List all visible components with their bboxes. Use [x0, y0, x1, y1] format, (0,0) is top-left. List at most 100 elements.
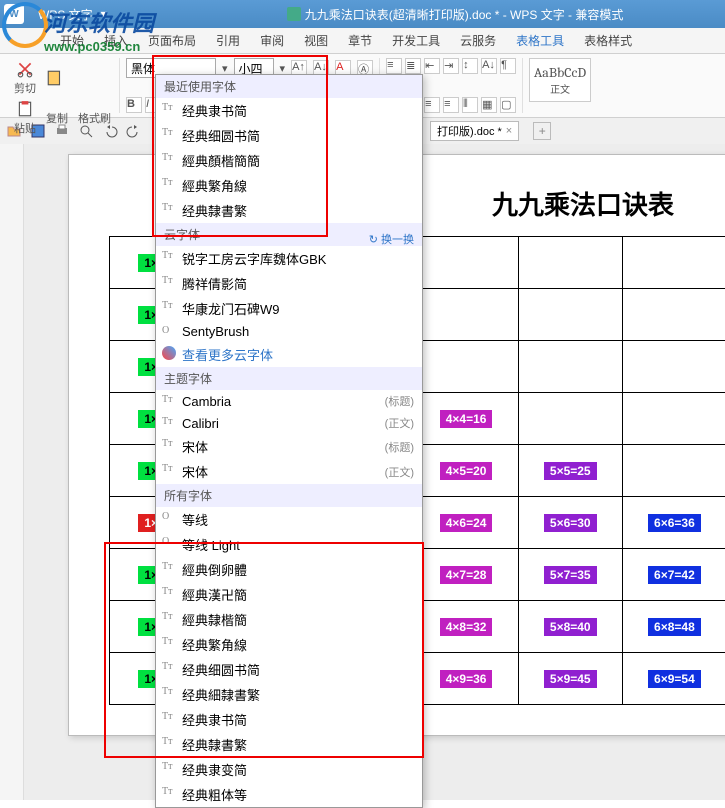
- font-name: 腾祥倩影简: [182, 274, 247, 293]
- font-item[interactable]: Tᴛ經典倒卵體: [156, 557, 422, 582]
- table-cell[interactable]: [622, 445, 725, 497]
- font-item[interactable]: OSentyBrush: [156, 321, 422, 342]
- close-tab-icon[interactable]: ×: [506, 125, 512, 137]
- font-item[interactable]: Tᴛ华康龙门石碑W9: [156, 296, 422, 321]
- table-cell[interactable]: 6×6=36: [622, 497, 725, 549]
- table-cell[interactable]: [622, 237, 725, 289]
- table-cell[interactable]: [622, 341, 725, 393]
- format-highlight-icon[interactable]: [44, 67, 66, 89]
- tab-section[interactable]: 章节: [338, 28, 382, 53]
- font-item[interactable]: TᴛCambria(标题): [156, 390, 422, 412]
- table-cell[interactable]: 6×8=48: [622, 601, 725, 653]
- font-item[interactable]: Tᴛ经典隶书简: [156, 98, 422, 123]
- font-item[interactable]: Tᴛ经典隸書繁: [156, 732, 422, 757]
- truetype-icon: Tᴛ: [162, 611, 172, 622]
- tab-start[interactable]: 开始: [50, 28, 94, 53]
- sort-icon[interactable]: A↓: [481, 58, 497, 74]
- table-cell[interactable]: 5×9=45: [518, 653, 622, 705]
- font-item[interactable]: Tᴛ經典漢卍簡: [156, 582, 422, 607]
- bold-icon[interactable]: B: [126, 97, 142, 113]
- table-cell[interactable]: 4×7=28: [414, 549, 518, 601]
- table-cell[interactable]: [518, 393, 622, 445]
- table-cell[interactable]: 5×8=40: [518, 601, 622, 653]
- size-dropdown-arrow-icon[interactable]: ▾: [280, 62, 286, 75]
- font-name: 等线: [182, 510, 208, 529]
- table-cell[interactable]: 5×7=35: [518, 549, 622, 601]
- font-name: 经典隶书简: [182, 101, 247, 120]
- table-cell[interactable]: 6×9=54: [622, 653, 725, 705]
- linespacing-icon[interactable]: ↕: [462, 58, 478, 74]
- tab-dev[interactable]: 开发工具: [382, 28, 450, 53]
- font-item[interactable]: Tᴛ经典隶变简: [156, 757, 422, 782]
- table-cell[interactable]: 5×5=25: [518, 445, 622, 497]
- font-item[interactable]: Tᴛ经典细圆书简: [156, 123, 422, 148]
- font-dropdown[interactable]: 最近使用字体 Tᴛ经典隶书简Tᴛ经典细圆书简Tᴛ經典顏楷簡簡Tᴛ經典繁角線Tᴛ经…: [155, 74, 423, 808]
- align-justify-icon[interactable]: ≡: [443, 97, 459, 113]
- font-item[interactable]: Tᴛ经典細隸書繁: [156, 682, 422, 707]
- style-normal[interactable]: AaBbCcD 正文: [529, 58, 591, 102]
- redo-icon[interactable]: [126, 123, 142, 139]
- font-item[interactable]: Tᴛ宋体(标题): [156, 434, 422, 459]
- table-cell[interactable]: 4×5=20: [414, 445, 518, 497]
- table-cell[interactable]: 5×6=30: [518, 497, 622, 549]
- cell-value: 4×7=28: [440, 566, 493, 584]
- table-cell[interactable]: [518, 237, 622, 289]
- table-cell[interactable]: [518, 289, 622, 341]
- document-tab[interactable]: 打印版).doc * ×: [430, 121, 519, 141]
- tab-table-style[interactable]: 表格样式: [574, 28, 642, 53]
- font-item[interactable]: Tᴛ腾祥倩影简: [156, 271, 422, 296]
- font-item[interactable]: TᴛCalibri(正文): [156, 412, 422, 434]
- tab-reference[interactable]: 引用: [206, 28, 250, 53]
- table-cell[interactable]: 4×6=24: [414, 497, 518, 549]
- font-item[interactable]: O等线: [156, 507, 422, 532]
- tab-view[interactable]: 视图: [294, 28, 338, 53]
- font-item[interactable]: Tᴛ經典顏楷簡簡: [156, 148, 422, 173]
- indent-icon[interactable]: ⇥: [443, 58, 459, 74]
- paste-button[interactable]: 粘贴: [12, 98, 38, 138]
- outdent-icon[interactable]: ⇤: [424, 58, 440, 74]
- shading-icon[interactable]: ▦: [481, 97, 497, 113]
- font-item[interactable]: Tᴛ經典繁角線: [156, 173, 422, 198]
- tab-layout[interactable]: 页面布局: [138, 28, 206, 53]
- align-right-icon[interactable]: ≡: [424, 97, 440, 113]
- truetype-icon: Tᴛ: [162, 438, 172, 449]
- font-item[interactable]: Tᴛ宋体(正文): [156, 459, 422, 484]
- table-cell[interactable]: 4×4=16: [414, 393, 518, 445]
- font-name: 华康龙门石碑W9: [182, 299, 280, 318]
- tab-insert[interactable]: 插入: [94, 28, 138, 53]
- font-item[interactable]: Tᴛ经典粗体等: [156, 782, 422, 807]
- tab-review[interactable]: 审阅: [250, 28, 294, 53]
- table-cell[interactable]: [622, 289, 725, 341]
- table-cell[interactable]: 4×9=36: [414, 653, 518, 705]
- font-item[interactable]: Tᴛ經典隸楷簡: [156, 607, 422, 632]
- format-painter-button[interactable]: 格式刷: [76, 108, 113, 128]
- bullets-icon[interactable]: ≡: [386, 58, 402, 74]
- font-item[interactable]: O等线 Light: [156, 532, 422, 557]
- font-item[interactable]: Tᴛ经典隶书简: [156, 707, 422, 732]
- distribute-icon[interactable]: ⫴: [462, 97, 478, 113]
- table-cell[interactable]: [414, 237, 518, 289]
- font-item[interactable]: Tᴛ经典细圆书简: [156, 657, 422, 682]
- swap-cloud-button[interactable]: ↻ 换一换: [369, 231, 414, 247]
- numbering-icon[interactable]: ≣: [405, 58, 421, 74]
- add-tab-button[interactable]: +: [533, 122, 551, 140]
- table-cell[interactable]: 6×7=42: [622, 549, 725, 601]
- table-cell[interactable]: [518, 341, 622, 393]
- table-cell[interactable]: [414, 341, 518, 393]
- borders-icon[interactable]: ▢: [500, 97, 516, 113]
- font-item[interactable]: Tᴛ锐字工房云字库魏体GBK: [156, 246, 422, 271]
- font-item[interactable]: Tᴛ经典隸書繁: [156, 198, 422, 223]
- font-item[interactable]: Tᴛ经典繁角線: [156, 632, 422, 657]
- table-cell[interactable]: [622, 393, 725, 445]
- font-dropdown-arrow-icon[interactable]: ▾: [222, 62, 228, 75]
- showmarks-icon[interactable]: ¶: [500, 58, 516, 74]
- truetype-icon: Tᴛ: [162, 416, 172, 427]
- more-cloud-fonts-link[interactable]: 查看更多云字体: [156, 342, 422, 367]
- cut-button[interactable]: 剪切: [12, 58, 38, 98]
- table-cell[interactable]: 4×8=32: [414, 601, 518, 653]
- app-menu-dropdown[interactable]: ▾: [101, 7, 107, 21]
- tab-cloud[interactable]: 云服务: [450, 28, 506, 53]
- table-cell[interactable]: [414, 289, 518, 341]
- copy-button[interactable]: 复制: [44, 108, 70, 128]
- tab-table-tools[interactable]: 表格工具: [506, 28, 574, 53]
